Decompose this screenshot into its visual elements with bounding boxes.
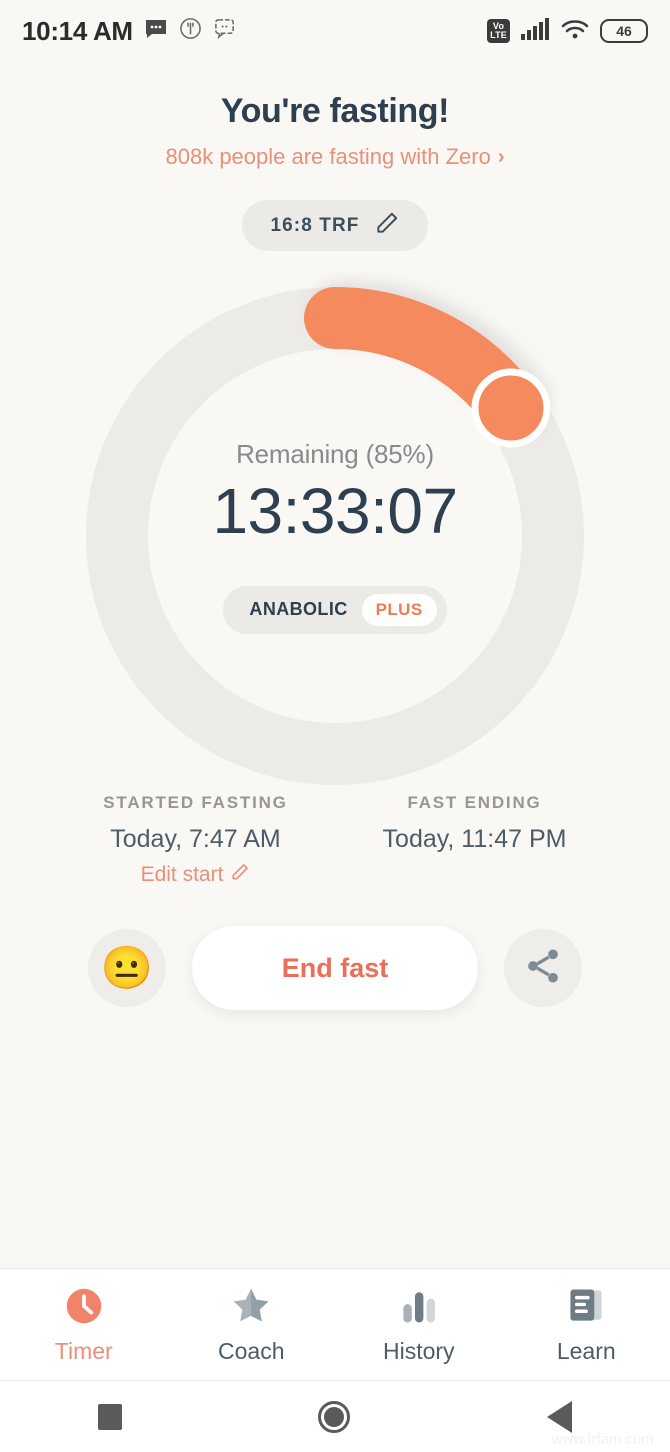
mood-button[interactable]: 😐	[88, 929, 166, 1007]
community-link-label: 808k people are fasting with Zero	[165, 144, 491, 169]
pencil-icon	[374, 210, 400, 241]
tab-timer[interactable]: Timer	[0, 1269, 168, 1380]
book-icon	[564, 1284, 608, 1328]
messages-icon	[144, 17, 168, 46]
android-nav-bar: www.frfam.com	[0, 1380, 670, 1452]
edit-start-button[interactable]: Edit start	[141, 862, 251, 888]
food-tracker-icon	[179, 17, 202, 45]
share-button[interactable]	[504, 929, 582, 1007]
fasting-progress-ring[interactable]: Remaining (85%) 13:33:07 ANABOLIC PLUS	[70, 271, 600, 801]
fasting-plan-label: 16:8 TRF	[270, 214, 360, 236]
square-icon[interactable]	[98, 1403, 123, 1430]
timer-main: You're fasting! 808k people are fasting …	[0, 62, 670, 1268]
fast-ending-column: FAST ENDING Today, 11:47 PM	[335, 793, 614, 888]
started-fasting-value: Today, 7:47 AM	[110, 825, 281, 853]
end-fast-button[interactable]: End fast	[192, 926, 478, 1010]
app-screen: 10:14 AM Vo LTE 46 You're fasting! 808k …	[0, 0, 670, 1452]
fast-times-row: STARTED FASTING Today, 7:47 AM Edit star…	[0, 793, 670, 888]
tab-timer-label: Timer	[54, 1338, 113, 1364]
tab-history-label: History	[382, 1338, 455, 1364]
share-icon	[523, 946, 563, 991]
cellular-signal-icon	[520, 17, 550, 46]
neutral-face-emoji: 😐	[100, 944, 154, 991]
battery-indicator: 46	[600, 19, 648, 43]
bottom-tab-bar: Timer Coach History Learn	[0, 1268, 670, 1380]
bar-chart-icon	[397, 1284, 441, 1328]
tab-history[interactable]: History	[335, 1269, 503, 1380]
remaining-label: Remaining (85%)	[236, 438, 434, 469]
circle-icon[interactable]	[318, 1400, 351, 1433]
plus-badge: PLUS	[361, 593, 437, 626]
status-bar: 10:14 AM Vo LTE 46	[0, 0, 670, 62]
fasting-plan-chip[interactable]: 16:8 TRF	[242, 200, 428, 251]
tab-coach-label: Coach	[218, 1338, 285, 1364]
wifi-icon	[560, 17, 590, 46]
page-title: You're fasting!	[220, 92, 450, 130]
fasting-stage-chip[interactable]: ANABOLIC PLUS	[223, 585, 447, 634]
started-fasting-column: STARTED FASTING Today, 7:47 AM Edit star…	[56, 793, 335, 888]
pencil-icon	[230, 862, 250, 888]
timer-icon	[62, 1284, 106, 1328]
fasting-stage-label: ANABOLIC	[249, 599, 348, 619]
status-clock: 10:14 AM	[22, 15, 133, 46]
chevron-right-icon: ›	[497, 145, 505, 168]
status-bar-right: Vo LTE 46	[487, 17, 648, 46]
tab-learn[interactable]: Learn	[503, 1269, 670, 1380]
fast-ending-value: Today, 11:47 PM	[382, 825, 567, 853]
action-row: 😐 End fast	[88, 926, 582, 1010]
tab-learn-label: Learn	[556, 1338, 616, 1364]
status-bar-left: 10:14 AM	[22, 16, 236, 47]
volte-icon: Vo LTE	[487, 19, 510, 43]
ring-center-content: Remaining (85%) 13:33:07 ANABOLIC PLUS	[70, 271, 600, 801]
triangle-back-icon[interactable]	[546, 1400, 572, 1433]
tab-coach[interactable]: Coach	[168, 1269, 336, 1380]
community-link[interactable]: 808k people are fasting with Zero ›	[166, 144, 505, 170]
countdown-timer: 13:33:07	[212, 474, 458, 547]
watermark: www.frfam.com	[551, 1431, 654, 1448]
edit-start-label: Edit start	[140, 863, 224, 886]
star-icon	[229, 1284, 273, 1328]
chat-icon	[213, 17, 236, 45]
